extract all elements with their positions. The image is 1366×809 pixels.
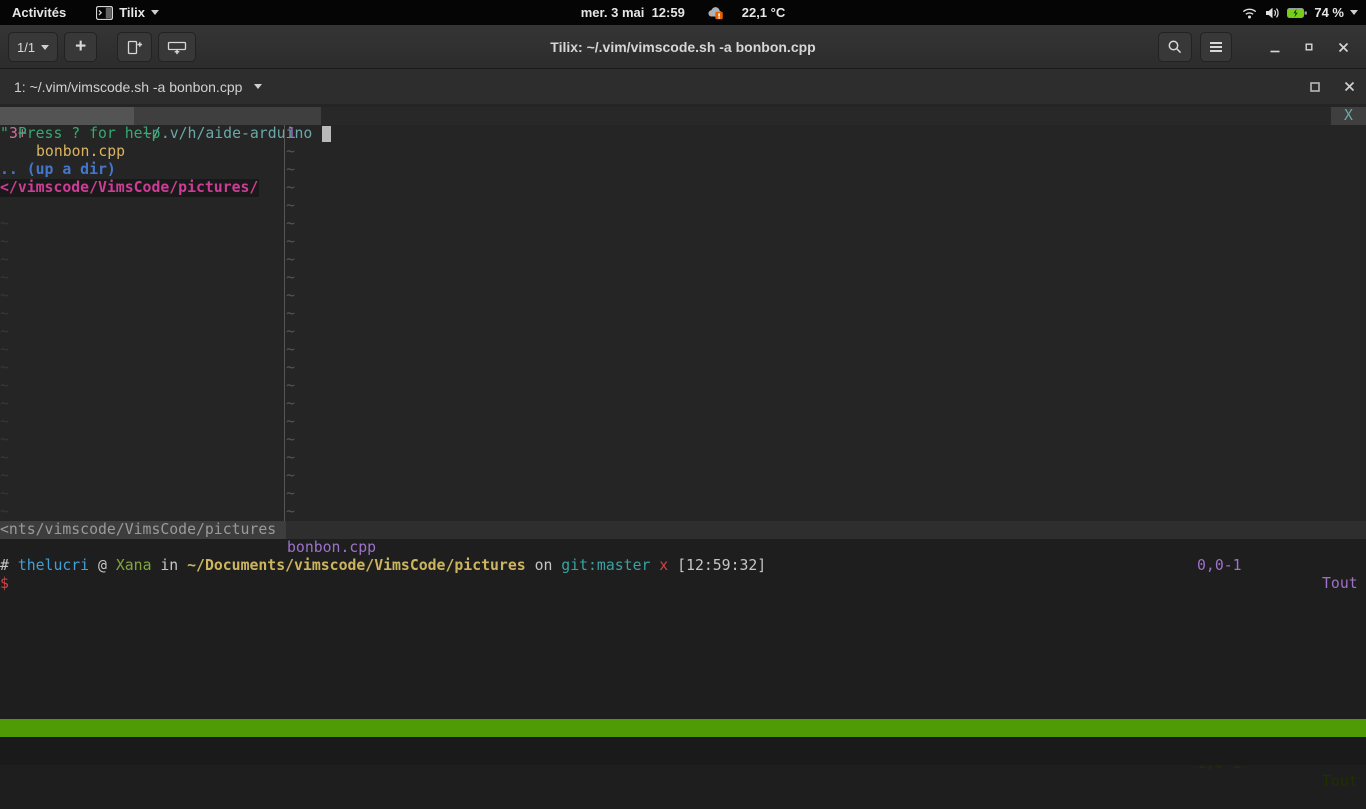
close-button[interactable] <box>1330 34 1356 60</box>
vim-cmdline-area <box>0 737 1366 765</box>
shell-prompt-line: # thelucri @ Xana in ~/Documents/vimscod… <box>0 557 766 575</box>
buffer-tilde-column: ~~~~~~~~~~~~~~~~~~~~~ <box>286 143 295 521</box>
battery-percent-label: 74 % <box>1314 5 1344 20</box>
activities-button[interactable]: Activités <box>12 0 66 25</box>
app-menu-button[interactable]: Tilix <box>96 0 159 25</box>
search-icon <box>1167 39 1183 55</box>
terminal-close-button[interactable] <box>1343 80 1356 93</box>
activities-label: Activités <box>12 5 66 20</box>
tilix-header-bar: 1/1 + Tilix: ~/.vim/vimscode.sh -a bonbo… <box>0 25 1366 69</box>
split-down-button[interactable] <box>158 32 196 62</box>
terminal-title-label: 1: ~/.vim/vimscode.sh -a bonbon.cpp <box>14 79 242 95</box>
vim-vertical-split[interactable] <box>284 125 285 521</box>
chevron-down-icon <box>254 84 262 89</box>
terminal-statusline-scroll-position: Tout <box>1322 773 1358 791</box>
nerdtree-tilde-column: ~~~~~~~~~~~~~~~~~ <box>0 215 9 521</box>
split-right-icon <box>126 39 143 56</box>
split-down-icon <box>167 39 187 56</box>
vim-tabline: 3+ bonbon.cpp ~/.v/h/aide-arduino X <box>0 107 1366 125</box>
battery-icon <box>1287 6 1308 20</box>
vim-tab-bonbon[interactable]: 3+ bonbon.cpp <box>0 107 134 125</box>
chevron-down-icon <box>151 10 159 15</box>
shell-prompt-char: $ <box>0 575 9 593</box>
statusline-nerdtree: <nts/vimscode/VimsCode/pictures <box>0 521 286 539</box>
split-right-button[interactable] <box>117 32 152 62</box>
statusline-scroll-position: Tout <box>1322 575 1358 593</box>
vim-tab-aide-arduino[interactable]: ~/.v/h/aide-arduino <box>134 107 321 125</box>
nerdtree-up-dir-line[interactable]: .. (up a dir) <box>0 161 116 179</box>
statusline-active: bonbon.cpp 0,0-1 Tout <box>286 521 1366 539</box>
wifi-icon <box>1241 5 1258 21</box>
system-status-area[interactable]: 74 % <box>1241 0 1358 25</box>
statusline-filename: bonbon.cpp <box>287 539 376 557</box>
nerdtree-help-line: " Press ? for help <box>0 125 160 143</box>
maximize-button[interactable] <box>1296 34 1322 60</box>
vim-background <box>0 104 1366 539</box>
clock-button[interactable]: mer. 3 mai 12:59 <box>581 0 685 25</box>
tab-filename: bonbon.cpp <box>36 143 125 161</box>
vim-tabline-close[interactable]: X <box>1331 107 1366 125</box>
chevron-down-icon <box>1350 10 1358 15</box>
hamburger-menu-icon <box>1209 41 1223 53</box>
session-counter-label: 1/1 <box>17 40 35 55</box>
chevron-down-icon <box>41 45 49 50</box>
terminal-maximize-button[interactable] <box>1309 81 1321 93</box>
gnome-top-bar: Activités Tilix mer. 3 mai 12:59 <box>0 0 1366 25</box>
terminal-viewport[interactable]: 3+ bonbon.cpp ~/.v/h/aide-arduino X " Pr… <box>0 104 1366 765</box>
temperature-label: 22,1 °C <box>742 5 786 20</box>
volume-icon <box>1264 5 1281 21</box>
new-session-button[interactable]: + <box>64 32 97 62</box>
terminal-title-button[interactable]: 1: ~/.vim/vimscode.sh -a bonbon.cpp <box>14 69 262 104</box>
vim-cursor-block <box>322 126 331 142</box>
session-switcher-button[interactable]: 1/1 <box>8 32 58 62</box>
buffer-line-number: 1 <box>287 125 296 143</box>
nerdtree-root-line[interactable]: </vimscode/VimsCode/pictures/ <box>0 179 259 197</box>
search-button[interactable] <box>1158 32 1192 62</box>
menu-button[interactable] <box>1200 32 1232 62</box>
weather-indicator[interactable]: 22,1 °C <box>707 0 785 25</box>
clock-label: mer. 3 mai 12:59 <box>581 5 685 20</box>
terminal-tab-bar: 1: ~/.vim/vimscode.sh -a bonbon.cpp <box>0 69 1366 104</box>
statusline-ruler: 0,0-1 <box>1197 557 1242 575</box>
tilix-icon <box>96 6 113 20</box>
app-menu-label: Tilix <box>119 5 145 20</box>
minimize-button[interactable] <box>1262 34 1288 60</box>
terminal-statusline: !/usr/bin/zsh [thelucri@Xana:~/Documents… <box>0 719 1366 737</box>
